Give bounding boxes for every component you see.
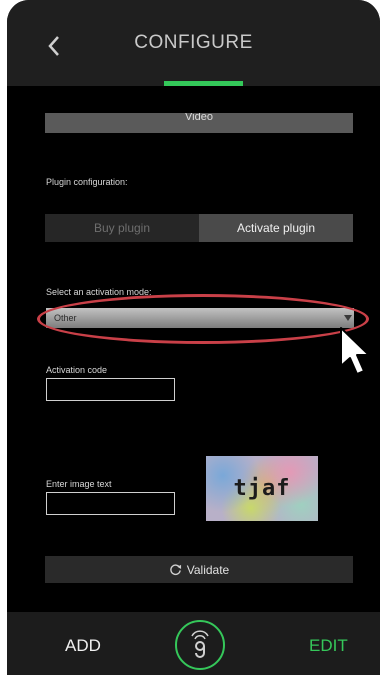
signal-logo-glyph (191, 630, 209, 658)
refresh-icon (169, 564, 181, 576)
activation-code-input[interactable] (46, 378, 175, 401)
image-text-input[interactable] (46, 492, 175, 515)
logo-icon[interactable] (175, 620, 225, 670)
video-button-label: Video (185, 113, 213, 123)
mouse-pointer-icon (340, 327, 370, 375)
buy-plugin-tab[interactable]: Buy plugin (45, 214, 199, 242)
activation-mode-select[interactable]: Other (46, 308, 354, 328)
plugin-segmented-control: Buy plugin Activate plugin (45, 214, 353, 242)
phone-screen: CONFIGURE Video Plugin configuration: Bu… (7, 0, 380, 675)
video-button[interactable]: Video (45, 113, 353, 133)
add-button[interactable]: ADD (65, 636, 101, 656)
activate-plugin-tab[interactable]: Activate plugin (199, 214, 353, 242)
page-title: CONFIGURE (134, 32, 253, 53)
bottom-bar: ADD EDIT (7, 612, 380, 675)
image-text-label: Enter image text (46, 479, 112, 489)
captcha-text: tjaf (233, 476, 291, 501)
activation-code-label: Activation code (46, 365, 108, 375)
captcha-image: tjaf (206, 456, 318, 521)
activation-mode-value: Other (54, 313, 77, 323)
header-bar: CONFIGURE (7, 0, 380, 86)
validate-button-label: Validate (186, 562, 230, 577)
chevron-down-icon (344, 315, 352, 321)
activation-mode-label: Select an activation mode: (46, 287, 152, 297)
plugin-configuration-label: Plugin configuration: (46, 177, 128, 187)
validate-button[interactable]: Validate (45, 556, 353, 583)
edit-button[interactable]: EDIT (309, 636, 348, 656)
configure-content: Video Plugin configuration: Buy plugin A… (7, 86, 380, 612)
